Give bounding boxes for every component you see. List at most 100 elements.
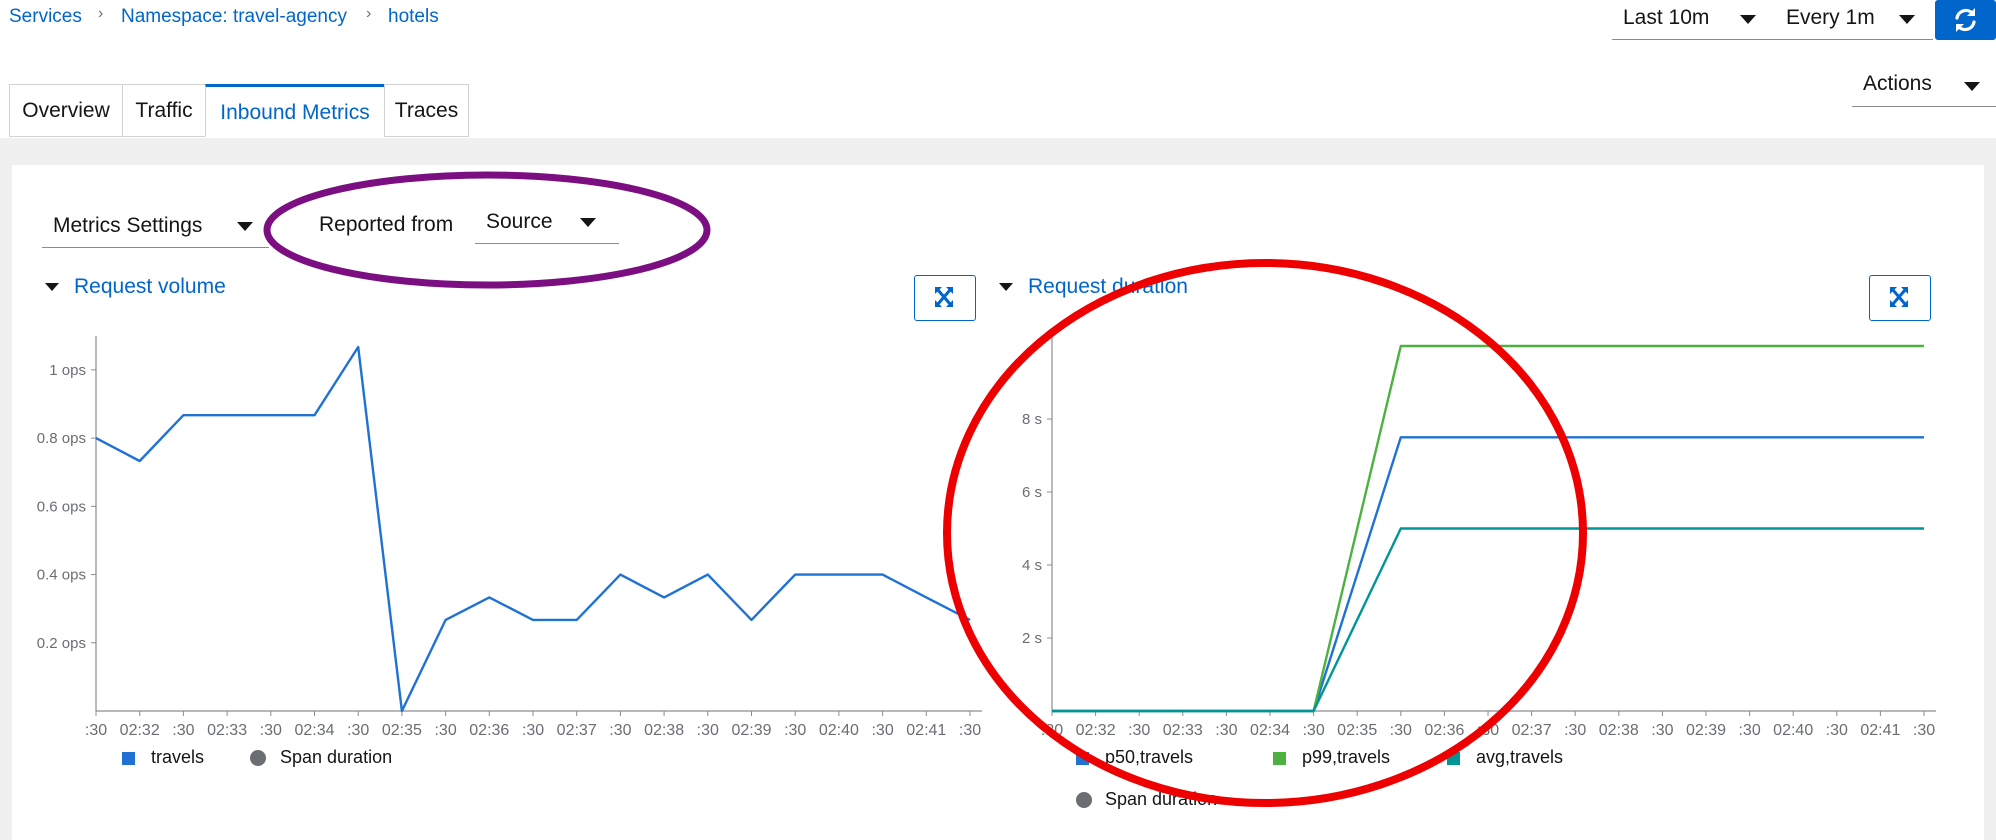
volume-x-tick-label: 02:33 xyxy=(207,722,247,739)
volume-x-tick-label: 02:40 xyxy=(819,722,859,739)
tab-label: Traces xyxy=(394,99,459,122)
volume-y-tick-label: 0.6 ops xyxy=(37,498,86,515)
volume-x-tick-label: :30 xyxy=(697,722,719,739)
duration-x-tick-label: :30 xyxy=(1041,722,1063,739)
duration-x-tick-label: :30 xyxy=(1128,722,1150,739)
duration-x-tick-label: 02:40 xyxy=(1773,722,1813,739)
volume-x-tick-label: :30 xyxy=(434,722,456,739)
duration-x-tick-label: 02:37 xyxy=(1512,722,1552,739)
volume-x-tick-label: :30 xyxy=(959,722,981,739)
volume-x-tick-label: 02:34 xyxy=(294,722,334,739)
duration-series-line-3 xyxy=(1052,527,1924,713)
caret-down-icon xyxy=(237,222,253,231)
breadcrumb-namespace-link[interactable]: Namespace: travel-agency xyxy=(121,6,347,28)
time-range-dropdown[interactable]: Last 10m xyxy=(1612,0,1775,40)
legend-item-span-duration[interactable]: Span duration xyxy=(1105,789,1217,810)
tab-inbound-metrics[interactable]: Inbound Metrics xyxy=(205,84,385,137)
metrics-settings-label: Metrics Settings xyxy=(53,214,203,237)
volume-x-tick-label: :30 xyxy=(784,722,806,739)
tab-label: Traffic xyxy=(135,99,193,122)
volume-y-tick-label: 0.4 ops xyxy=(37,567,86,584)
duration-x-tick-label: 02:34 xyxy=(1250,722,1290,739)
tab-traces[interactable]: Traces xyxy=(384,84,469,137)
duration-y-tick-label: 6 s xyxy=(1022,484,1042,501)
request-duration-chart: 2 s 4 s 6 s 8 s :30 02:32 :30 02:33 :30 02:34 :30 0… xyxy=(1022,336,1936,739)
legend-swatch-travels xyxy=(122,752,135,765)
refresh-interval-value: Every 1m xyxy=(1786,6,1875,29)
volume-x-tick-label: 02:41 xyxy=(906,722,946,739)
legend-item-travels[interactable]: travels xyxy=(151,747,204,768)
reported-from-dropdown[interactable]: Source xyxy=(475,198,619,244)
volume-x-tick-label: :30 xyxy=(609,722,631,739)
refresh-button[interactable] xyxy=(1935,0,1996,40)
legend-item-avg[interactable]: avg,travels xyxy=(1476,747,1563,768)
tab-traffic[interactable]: Traffic xyxy=(122,84,206,137)
breadcrumb-current: hotels xyxy=(388,6,439,27)
breadcrumb-separator-icon: › xyxy=(98,5,104,22)
volume-y-tick-label: 0.2 ops xyxy=(37,635,86,652)
legend-swatch-p99 xyxy=(1273,752,1286,765)
volume-x-tick-label: :30 xyxy=(260,722,282,739)
sync-icon xyxy=(1955,8,1976,32)
caret-down-icon xyxy=(1964,82,1980,91)
legend-item-p99[interactable]: p99,travels xyxy=(1302,747,1390,768)
tab-label: Inbound Metrics xyxy=(220,101,370,124)
chevron-down-icon[interactable] xyxy=(999,283,1013,291)
legend-dot-span-duration xyxy=(1076,792,1092,808)
volume-x-tick-label: :30 xyxy=(172,722,194,739)
duration-y-tick-label: 8 s xyxy=(1022,411,1042,428)
volume-y-tick-label: 0.8 ops xyxy=(37,430,86,447)
legend-item-p50[interactable]: p50,travels xyxy=(1105,747,1193,768)
volume-x-tick-label: :30 xyxy=(85,722,107,739)
refresh-interval-dropdown[interactable]: Every 1m xyxy=(1775,0,1933,40)
legend-item-span-duration[interactable]: Span duration xyxy=(280,747,392,768)
volume-x-tick-label: 02:38 xyxy=(644,722,684,739)
caret-down-icon xyxy=(1899,15,1915,24)
expand-icon xyxy=(935,287,953,307)
tab-label: Overview xyxy=(22,99,110,122)
duration-x-tick-label: :30 xyxy=(1913,722,1935,739)
actions-label: Actions xyxy=(1863,72,1932,95)
request-volume-chart: 0.2 ops 0.4 ops 0.6 ops 0.8 ops 1 ops:30 02:3… xyxy=(37,336,982,739)
duration-x-tick-label: :30 xyxy=(1738,722,1760,739)
duration-y-tick-label: 2 s xyxy=(1022,630,1042,647)
reported-from-value: Source xyxy=(486,210,553,233)
volume-x-tick-label: 02:36 xyxy=(469,722,509,739)
duration-x-tick-label: 02:38 xyxy=(1599,722,1639,739)
caret-down-icon xyxy=(580,218,596,227)
duration-x-tick-label: :30 xyxy=(1477,722,1499,739)
request-volume-title[interactable]: Request volume xyxy=(74,275,226,299)
duration-x-tick-label: :30 xyxy=(1390,722,1412,739)
volume-series-line-1 xyxy=(95,345,971,713)
volume-x-tick-label: :30 xyxy=(522,722,544,739)
duration-x-tick-label: :30 xyxy=(1651,722,1673,739)
legend-swatch-avg xyxy=(1447,752,1460,765)
volume-x-tick-label: 02:39 xyxy=(731,722,771,739)
duration-x-tick-label: 02:33 xyxy=(1163,722,1203,739)
duration-x-tick-label: :30 xyxy=(1302,722,1324,739)
duration-y-tick-label: 4 s xyxy=(1022,557,1042,574)
duration-x-tick-label: 02:32 xyxy=(1076,722,1116,739)
caret-down-icon xyxy=(1740,15,1756,24)
volume-x-tick-label: 02:37 xyxy=(557,722,597,739)
volume-x-tick-label: 02:32 xyxy=(120,722,160,739)
chevron-down-icon[interactable] xyxy=(45,283,59,291)
duration-x-tick-label: 02:39 xyxy=(1686,722,1726,739)
legend-swatch-p50 xyxy=(1076,752,1089,765)
expand-icon xyxy=(1890,287,1908,307)
reported-from-label: Reported from xyxy=(319,213,454,236)
duration-x-tick-label: :30 xyxy=(1826,722,1848,739)
volume-x-tick-label: :30 xyxy=(347,722,369,739)
duration-x-tick-label: 02:41 xyxy=(1860,722,1900,739)
tab-overview[interactable]: Overview xyxy=(9,84,123,137)
request-duration-title[interactable]: Request duration xyxy=(1028,275,1188,299)
actions-dropdown[interactable]: Actions xyxy=(1852,62,1996,107)
expand-request-duration-button[interactable] xyxy=(1869,275,1931,321)
expand-request-volume-button[interactable] xyxy=(914,275,976,321)
duration-x-tick-label: 02:35 xyxy=(1337,722,1377,739)
metrics-settings-dropdown[interactable]: Metrics Settings xyxy=(42,202,269,248)
duration-x-tick-label: 02:36 xyxy=(1424,722,1464,739)
duration-x-tick-label: :30 xyxy=(1215,722,1237,739)
volume-x-tick-label: 02:35 xyxy=(382,722,422,739)
breadcrumb-services-link[interactable]: Services xyxy=(9,6,82,28)
